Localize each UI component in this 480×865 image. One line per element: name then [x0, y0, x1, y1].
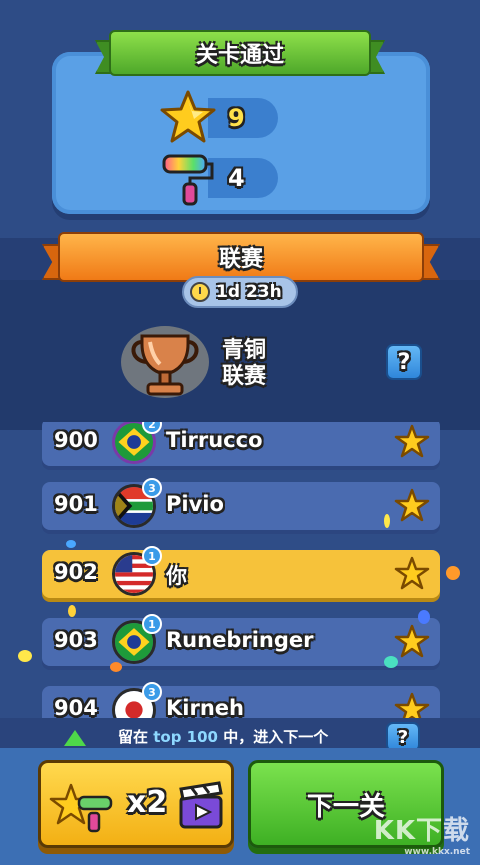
- star-paint-icon: [49, 783, 113, 833]
- reward-stars-value: 9: [208, 98, 278, 138]
- reward-paint: 4: [160, 154, 278, 206]
- league-name-line1: 青铜: [222, 338, 267, 363]
- row-rank: 904: [54, 696, 98, 720]
- level-badge: 3: [142, 682, 162, 702]
- league-title: 联赛: [58, 232, 424, 282]
- video-clapper-icon: [179, 781, 223, 829]
- league-timer: 1d 23h: [182, 276, 298, 308]
- star-icon: [160, 90, 216, 143]
- row-rank: 901: [54, 492, 98, 516]
- clock-icon: [190, 282, 210, 302]
- leaderboard-row: 903 1 Runebringer: [42, 614, 440, 666]
- watermark: KK下载 www.kkx.net: [373, 816, 470, 857]
- confetti: [418, 610, 430, 624]
- double-reward-button[interactable]: x2: [38, 760, 234, 848]
- reward-paint-value: 4: [208, 158, 278, 198]
- double-label: x2: [127, 785, 168, 820]
- level-badge: 3: [142, 478, 162, 498]
- level-complete-banner: 关卡通过: [95, 30, 385, 76]
- row-name: Runebringer: [166, 628, 314, 652]
- reward-stars: 9: [160, 90, 278, 143]
- leaderboard-row: 904 3 Kirneh: [42, 682, 440, 722]
- confetti: [384, 656, 398, 668]
- confetti: [18, 650, 32, 662]
- level-badge: 1: [142, 614, 162, 634]
- timer-text: 1d 23h: [216, 282, 282, 302]
- row-name: 你: [166, 564, 187, 588]
- star-icon: [394, 424, 430, 458]
- star-icon: [394, 488, 430, 522]
- promote-arrow-icon: [64, 730, 86, 746]
- leaderboard-row: 901 3 Pivio: [42, 478, 440, 530]
- row-rank: 902: [54, 560, 98, 584]
- league-name: 青铜 联赛: [222, 338, 266, 390]
- league-name-line2: 联赛: [222, 364, 267, 389]
- confetti: [66, 540, 76, 548]
- row-name: Tirrucco: [166, 428, 263, 452]
- star-icon: [394, 556, 430, 590]
- paint-roller-icon: [162, 154, 214, 206]
- league-help-button[interactable]: ?: [386, 344, 422, 380]
- confetti: [110, 662, 122, 672]
- row-rank: 900: [54, 428, 98, 452]
- row-name: Pivio: [166, 492, 224, 516]
- row-name: Kirneh: [166, 696, 244, 720]
- leaderboard-row-self: 902 1 你: [42, 546, 440, 598]
- leaderboard[interactable]: 900 2 Tirrucco 901 3 Pivio 902 1 你 903 1…: [0, 422, 480, 722]
- level-complete-title: 关卡通过: [109, 30, 371, 76]
- confetti: [68, 605, 76, 617]
- level-badge: 1: [142, 546, 162, 566]
- row-rank: 903: [54, 628, 98, 652]
- leaderboard-row: 900 2 Tirrucco: [42, 422, 440, 466]
- star-icon: [394, 624, 430, 658]
- promotion-text: 留在 top 100 中，进入下一个: [118, 728, 329, 746]
- confetti: [384, 514, 390, 528]
- league-banner: 联赛: [42, 232, 440, 282]
- bronze-trophy-icon: [121, 326, 209, 398]
- confetti: [446, 566, 460, 580]
